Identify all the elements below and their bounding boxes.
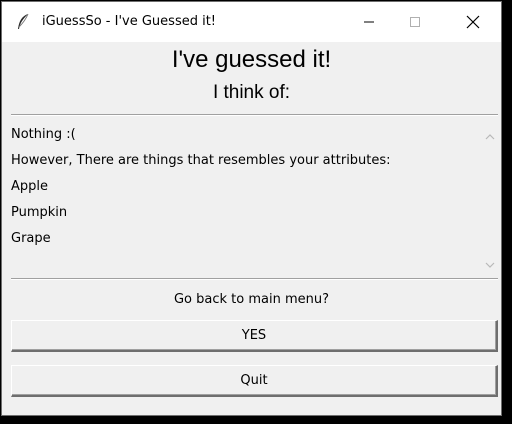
window-title: iGuessSo - I've Guessed it! bbox=[42, 14, 217, 29]
results-scrollbar[interactable] bbox=[483, 122, 497, 274]
results-list[interactable]: Nothing :( However, There are things tha… bbox=[11, 122, 481, 274]
quit-button[interactable]: Quit bbox=[11, 365, 498, 397]
close-button[interactable] bbox=[450, 2, 496, 42]
app-window: iGuessSo - I've Guessed it! I've guessed… bbox=[1, 1, 502, 416]
result-line: However, There are things that resembles… bbox=[11, 153, 391, 168]
chevron-up-icon[interactable] bbox=[485, 126, 495, 145]
main-content: I've guessed it! I think of: Nothing :( … bbox=[2, 42, 501, 415]
page-subtitle: I think of: bbox=[212, 82, 291, 103]
top-divider bbox=[11, 114, 498, 116]
yes-button[interactable]: YES bbox=[11, 320, 498, 352]
feather-icon bbox=[16, 13, 30, 31]
result-line: Grape bbox=[11, 231, 51, 246]
result-line: Nothing :( bbox=[11, 127, 76, 142]
chevron-down-icon[interactable] bbox=[485, 254, 495, 273]
result-line: Apple bbox=[11, 179, 49, 194]
result-line: Pumpkin bbox=[11, 205, 68, 220]
minimize-button[interactable] bbox=[346, 2, 392, 42]
maximize-icon bbox=[410, 17, 420, 27]
maximize-button[interactable] bbox=[392, 2, 438, 42]
minimize-icon bbox=[364, 21, 374, 23]
title-bar[interactable]: iGuessSo - I've Guessed it! bbox=[2, 2, 501, 42]
bottom-divider bbox=[11, 278, 498, 280]
page-title: I've guessed it! bbox=[171, 46, 332, 73]
menu-prompt: Go back to main menu? bbox=[173, 292, 330, 307]
close-icon bbox=[466, 15, 480, 29]
